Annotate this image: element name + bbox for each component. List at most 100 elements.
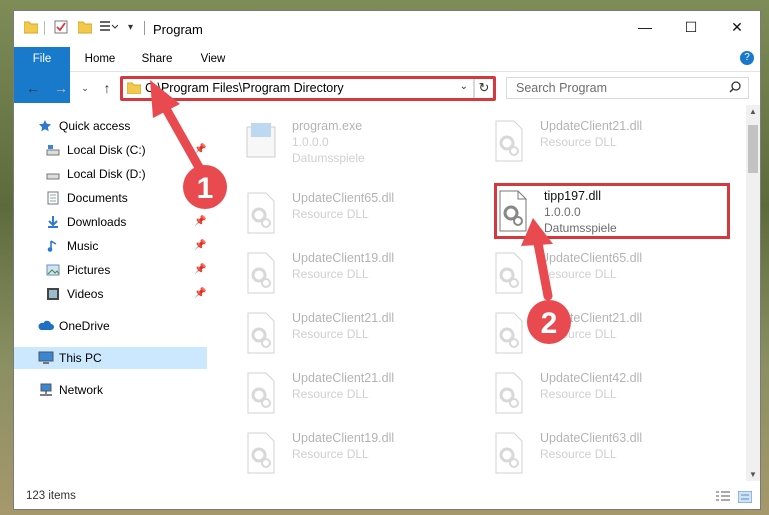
pin-icon[interactable]: 📌 bbox=[194, 187, 206, 209]
sidebar-item-quick-access[interactable]: Quick access bbox=[38, 115, 208, 137]
details-view-icon[interactable] bbox=[716, 491, 730, 503]
pin-icon[interactable]: 📌 bbox=[194, 259, 206, 281]
file-description: Resource DLL bbox=[292, 207, 369, 221]
large-icons-view-icon[interactable] bbox=[738, 491, 752, 503]
documents-icon bbox=[47, 191, 59, 205]
dll-file-icon bbox=[495, 432, 523, 474]
status-bar: 123 items bbox=[14, 485, 760, 509]
properties-icon[interactable] bbox=[54, 20, 68, 34]
tab-home[interactable]: Home bbox=[76, 47, 124, 71]
tab-view[interactable]: View bbox=[190, 47, 236, 71]
computer-icon bbox=[38, 351, 54, 364]
new-folder-icon[interactable] bbox=[78, 20, 92, 34]
pin-icon[interactable]: 📌 bbox=[194, 139, 206, 161]
dll-file-icon bbox=[495, 252, 523, 294]
pin-icon[interactable]: 📌 bbox=[194, 283, 206, 305]
file-description: Resource DLL bbox=[540, 267, 617, 281]
videos-icon bbox=[47, 288, 59, 300]
file-description: Resource DLL bbox=[540, 387, 617, 401]
sidebar-item-label: Videos bbox=[67, 287, 104, 301]
file-name: UpdateClient63.dll bbox=[540, 431, 643, 445]
drive-icon bbox=[46, 173, 60, 180]
file-description: Resource DLL bbox=[292, 387, 369, 401]
sidebar-item-pictures[interactable]: Pictures 📌 bbox=[46, 259, 208, 281]
tab-share[interactable]: Share bbox=[134, 47, 180, 71]
dll-file-icon bbox=[247, 372, 275, 414]
sidebar-item-label: Pictures bbox=[67, 263, 111, 277]
sidebar-item-local-disk-d[interactable]: Local Disk (D:) bbox=[46, 163, 208, 185]
dll-file-icon bbox=[247, 252, 275, 294]
file-tile[interactable]: UpdateClient21.dll Resource DLL bbox=[232, 305, 460, 361]
pin-icon[interactable]: 📌 bbox=[194, 211, 206, 233]
file-description: Resource DLL bbox=[292, 267, 369, 281]
item-count: 123 items bbox=[26, 490, 76, 502]
scroll-down-icon[interactable]: ▼ bbox=[746, 470, 760, 479]
back-arrow-icon[interactable]: ← bbox=[24, 79, 42, 97]
search-placeholder: Search Program bbox=[516, 81, 608, 95]
exe-file-icon bbox=[246, 123, 276, 158]
sidebar-item-documents[interactable]: Documents 📌 bbox=[46, 187, 208, 209]
sidebar-item-this-pc[interactable]: This PC bbox=[38, 347, 208, 369]
scroll-up-icon[interactable]: ▲ bbox=[746, 107, 760, 116]
minimize-button[interactable]: — bbox=[622, 11, 668, 43]
sidebar-item-label: OneDrive bbox=[59, 319, 110, 333]
close-button[interactable]: ✕ bbox=[714, 11, 760, 43]
forward-arrow-icon[interactable]: → bbox=[52, 79, 70, 97]
file-description: Resource DLL bbox=[292, 447, 369, 461]
sidebar-item-music[interactable]: Music 📌 bbox=[46, 235, 208, 257]
scroll-thumb[interactable] bbox=[748, 125, 758, 173]
file-tile[interactable]: UpdateClient21.dll Resource DLL bbox=[480, 113, 708, 169]
title-separator bbox=[144, 21, 145, 35]
file-name: UpdateClient19.dll bbox=[292, 251, 395, 265]
sidebar-item-label: Downloads bbox=[67, 215, 127, 229]
customize-toolbar-icon[interactable] bbox=[100, 20, 118, 34]
dll-file-icon bbox=[247, 312, 275, 354]
drive-icon bbox=[46, 145, 60, 156]
cloud-icon bbox=[38, 320, 54, 330]
pin-icon[interactable]: 📌 bbox=[194, 235, 206, 257]
file-name: UpdateClient65.dll bbox=[540, 251, 643, 265]
search-icon[interactable] bbox=[729, 81, 741, 93]
ribbon-tabs: File Home Share View ⌄ ? bbox=[14, 47, 760, 103]
sidebar-item-network[interactable]: Network bbox=[38, 379, 208, 401]
quick-access-dropdown-icon[interactable]: ▾ bbox=[128, 22, 133, 33]
file-list: program.exe 1.0.0.0 Datumsspiele UpdateC… bbox=[222, 109, 746, 479]
up-arrow-icon[interactable]: ↑ bbox=[98, 79, 116, 97]
file-tile[interactable]: program.exe 1.0.0.0 Datumsspiele bbox=[232, 113, 460, 169]
file-version: 1.0.0.0 bbox=[292, 135, 329, 149]
sidebar-item-onedrive[interactable]: OneDrive bbox=[38, 315, 208, 337]
sidebar-item-label: Local Disk (C:) bbox=[67, 143, 146, 157]
sidebar-item-label: Network bbox=[59, 383, 104, 397]
download-icon bbox=[48, 216, 58, 228]
sidebar-item-label: This PC bbox=[59, 351, 102, 365]
sidebar-item-local-disk-c[interactable]: Local Disk (C:) 📌 bbox=[46, 139, 208, 161]
recent-locations-icon[interactable]: ⌄ bbox=[76, 79, 94, 97]
file-tile[interactable]: UpdateClient63.dll Resource DLL bbox=[480, 425, 708, 479]
file-tile[interactable]: UpdateClient42.dll Resource DLL bbox=[480, 365, 708, 421]
navigation-bar: ← → ⌄ ↑ C:\Program Files\Program Directo… bbox=[14, 73, 760, 105]
navigation-pane: Quick access Local Disk (C:) 📌 Local Dis… bbox=[14, 113, 210, 483]
sidebar-item-videos[interactable]: Videos 📌 bbox=[46, 283, 208, 305]
file-tile[interactable]: UpdateClient19.dll Resource DLL bbox=[232, 425, 460, 479]
file-explorer-window: ▾ Program — ☐ ✕ File Home Share View ⌄ ?… bbox=[13, 10, 761, 510]
search-input[interactable]: Search Program bbox=[506, 77, 749, 99]
pictures-icon bbox=[46, 264, 60, 276]
file-name: UpdateClient21.dll bbox=[540, 119, 643, 133]
file-highlight-box bbox=[494, 183, 730, 239]
help-icon[interactable]: ? bbox=[740, 51, 754, 65]
address-highlight-box bbox=[120, 76, 496, 101]
file-name: program.exe bbox=[292, 119, 363, 133]
file-tile[interactable]: UpdateClient21.dll Resource DLL bbox=[232, 365, 460, 421]
dll-file-icon bbox=[247, 192, 275, 234]
file-tile[interactable]: UpdateClient65.dll Resource DLL bbox=[480, 245, 708, 301]
maximize-button[interactable]: ☐ bbox=[668, 11, 714, 43]
file-tile[interactable]: UpdateClient21.dll Resource DLL bbox=[480, 305, 708, 361]
file-tile[interactable]: UpdateClient65.dll Resource DLL bbox=[232, 185, 460, 241]
music-icon bbox=[47, 240, 57, 252]
file-name: UpdateClient65.dll bbox=[292, 191, 395, 205]
sidebar-item-downloads[interactable]: Downloads 📌 bbox=[46, 211, 208, 233]
file-tile[interactable]: UpdateClient19.dll Resource DLL bbox=[232, 245, 460, 301]
file-name: UpdateClient21.dll bbox=[540, 311, 643, 325]
window-title: Program bbox=[153, 22, 203, 37]
vertical-scrollbar[interactable]: ▲ ▼ bbox=[746, 105, 760, 481]
